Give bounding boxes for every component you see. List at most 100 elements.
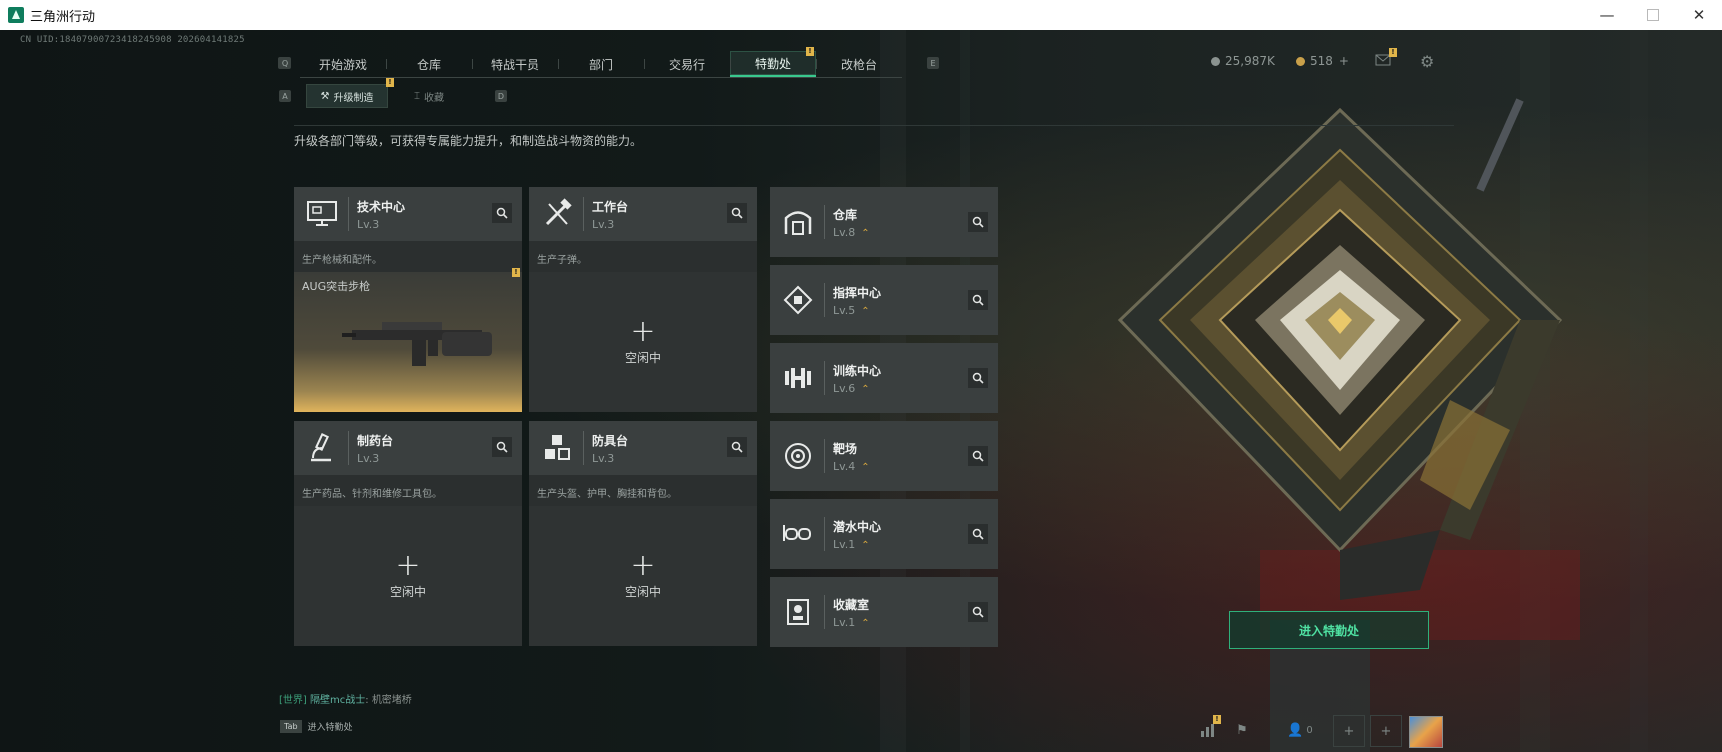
side-item-collection-room[interactable]: 收藏室 Lv.1 ⌃ [770,577,998,647]
collection-tab-icon: ⌶ [414,90,420,102]
page-description: 升级各部门等级，可获得专属能力提升，和制造战斗物资的能力。 [294,134,643,148]
maximize-button[interactable] [1630,0,1676,30]
search-button[interactable] [492,437,512,457]
nav-prev-key-label[interactable]: Q [279,57,291,69]
background-pillar [1630,30,1648,752]
search-icon [972,606,984,618]
side-item-training-center[interactable]: 训练中心 Lv.6 ⌃ [770,343,998,413]
card-header: 工作台 Lv.3 [529,187,757,241]
card-header: 防具台 Lv.3 [529,421,757,475]
subtab-upgrade-label: 升级制造 [333,92,374,104]
search-button[interactable] [968,290,988,310]
crafting-slot[interactable]: AUG突击步枪 ! [294,268,522,412]
level-up-icon: ⌃ [861,227,870,239]
dept-card-tech-center[interactable]: 技术中心 Lv.3 生产枪械和配件。 AUG突击步枪 ! [294,187,522,412]
dept-name: 防具台 [592,433,629,448]
search-icon [731,207,743,219]
dept-name: 靶场 [833,441,858,456]
tab-gunsmith[interactable]: 改枪台 [816,51,902,77]
card-divider [824,361,825,395]
search-button[interactable] [492,203,512,223]
stats-button[interactable]: ! [1193,715,1223,745]
person-icon: 👤 [1287,722,1304,738]
game-viewport: CN UID:18407900723418245908 202604141825… [0,30,1722,752]
side-item-command-center[interactable]: 指挥中心 Lv.5 ⌃ [770,265,998,335]
search-button[interactable] [968,524,988,544]
search-button[interactable] [727,203,747,223]
idle-slot[interactable]: + 空闲中 [529,272,757,412]
mail-button[interactable]: ! [1375,48,1397,66]
dept-name: 仓库 [833,207,858,222]
dept-level-value: Lv.6 [833,381,856,395]
add-ticket-button[interactable]: + [1339,54,1349,68]
dept-level: Lv.3 [592,217,615,231]
flag-button[interactable]: ⚑ [1227,715,1257,745]
side-item-warehouse[interactable]: 仓库 Lv.8 ⌃ [770,187,998,257]
card-divider [824,595,825,629]
close-button[interactable]: ✕ [1676,0,1722,30]
divider [294,125,1454,126]
chat-channel: [世界] [279,695,307,706]
side-item-diving-center[interactable]: 潜水中心 Lv.1 ⌃ [770,499,998,569]
friends-button[interactable]: 👤 0 [1280,715,1320,745]
search-button[interactable] [968,212,988,232]
tab-trading[interactable]: 交易行 [644,51,730,77]
flag-icon: ⚑ [1236,722,1248,738]
settings-button[interactable]: ⚙ [1420,52,1434,71]
side-item-shooting-range[interactable]: 靶场 Lv.4 ⌃ [770,421,998,491]
tab-hint[interactable]: Tab 进入特勤处 [280,720,353,733]
level-up-icon: ⌃ [861,617,870,629]
idle-label: 空闲中 [624,584,661,599]
dept-description: 生产子弹。 [537,255,587,266]
search-button[interactable] [968,602,988,622]
friends-count: 0 [1306,724,1313,736]
coin-amount: 25,987K [1225,54,1275,68]
subtab-upgrade-craft[interactable]: ⚒ 升级制造 ! [306,78,394,108]
tab-operators[interactable]: 特战干员 [472,51,558,77]
maximize-icon [1647,9,1659,21]
ticket-balance[interactable]: 518 + [1296,54,1349,68]
idle-slot[interactable]: + 空闲中 [529,506,757,646]
dept-card-workbench[interactable]: 工作台 Lv.3 生产子弹。 + 空闲中 [529,187,757,412]
level-up-icon: ⌃ [861,461,870,473]
tools-icon [535,192,579,236]
idle-slot[interactable]: + 空闲中 [294,506,522,646]
window-title: 三角洲行动 [30,9,96,25]
subnav-prev-key[interactable]: A [279,90,291,102]
tab-special-ops-label: 特勤处 [754,56,791,71]
tab-departments[interactable]: 部门 [558,51,644,77]
add-craft-icon: + [630,313,656,349]
search-icon [731,441,743,453]
tab-hint-label: 进入特勤处 [307,723,353,733]
minimize-button[interactable]: — [1584,0,1630,30]
nav-next-key[interactable]: E [927,57,939,69]
aug-rifle-image [342,322,492,366]
avatar[interactable] [1409,716,1443,748]
chat-line[interactable]: [世界] 隔壁mc战士: 机密堵桥 [279,691,412,706]
enter-special-ops-button[interactable]: 进入特勤处 [1229,611,1429,649]
tab-warehouse[interactable]: 仓库 [386,51,472,77]
app-logo-icon [8,7,24,23]
bar-chart-icon [1201,724,1214,737]
dept-card-armor[interactable]: 防具台 Lv.3 生产头盔、护甲、胸挂和背包。 + 空闲中 [529,421,757,646]
dept-card-pharmacy[interactable]: 制药台 Lv.3 生产药品、针剂和维修工具包。 + 空闲中 [294,421,522,646]
search-button[interactable] [968,446,988,466]
level-up-icon: ⌃ [861,539,870,551]
card-divider [824,205,825,239]
search-icon [972,450,984,462]
tab-special-ops[interactable]: 特勤处 ! [730,47,816,77]
dumbbell-icon [776,356,820,400]
special-ops-cube-image [1117,98,1563,600]
card-divider [824,439,825,473]
invite-button[interactable]: + [1370,715,1402,747]
subnav-next-key[interactable]: D [495,90,507,102]
stats-badge: ! [1213,715,1221,724]
dept-name: 工作台 [592,199,629,214]
coin-balance[interactable]: 25,987K [1211,54,1275,68]
tab-start-game[interactable]: 开始游戏 [300,51,386,77]
search-button[interactable] [727,437,747,457]
subtab-collection[interactable]: ⌶ 收藏 [388,84,470,108]
invite-button[interactable]: + [1333,715,1365,747]
search-button[interactable] [968,368,988,388]
level-up-icon: ⌃ [861,383,870,395]
